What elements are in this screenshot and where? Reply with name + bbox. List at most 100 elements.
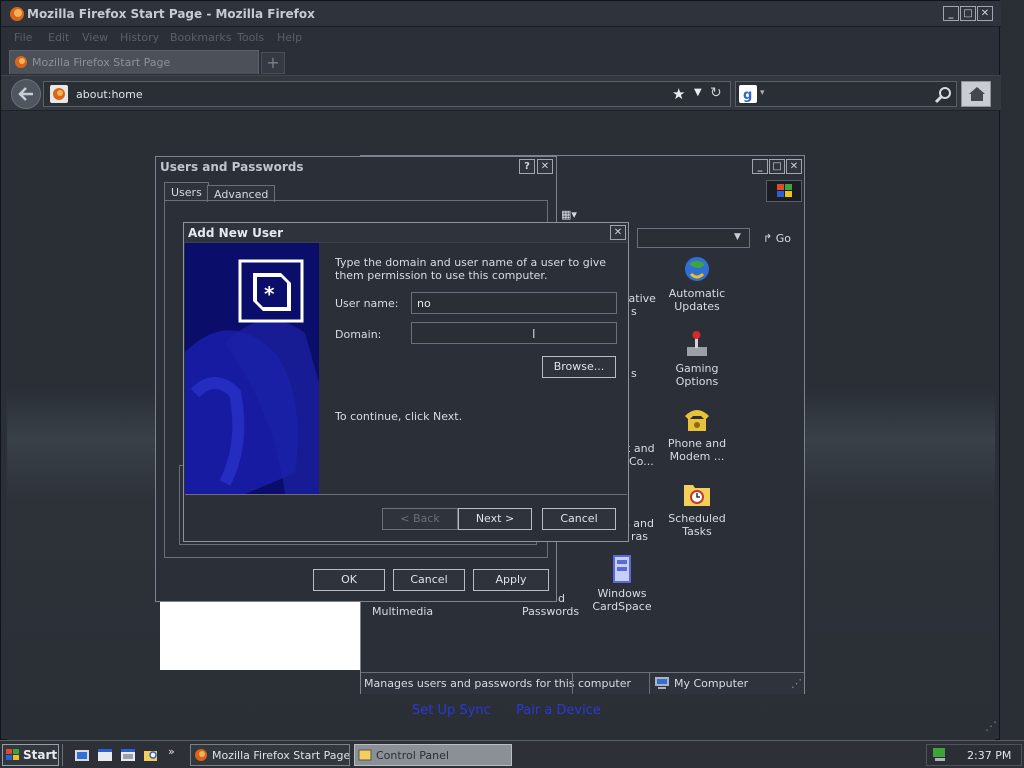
- site-identity-icon[interactable]: [50, 85, 68, 103]
- cp-item-multimedia[interactable]: Multimedia: [372, 605, 433, 618]
- search-folder-icon[interactable]: [143, 747, 159, 763]
- resize-grip-icon[interactable]: ⋰: [985, 719, 997, 733]
- cp-item-label: Automatic Updates: [668, 287, 726, 313]
- cp-item-label: Phone and Modem ...: [667, 437, 727, 463]
- status-divider: [572, 673, 650, 694]
- text-cursor-icon: I: [532, 327, 536, 341]
- computer-icon: [655, 677, 669, 689]
- task-control-panel[interactable]: Control Panel: [354, 744, 512, 766]
- up-apply-button[interactable]: Apply: [473, 569, 549, 591]
- clock[interactable]: 2:37 PM: [967, 749, 1011, 762]
- views-icon[interactable]: ▦▾: [561, 208, 577, 221]
- joystick-icon: [687, 331, 707, 356]
- magnifier-icon[interactable]: [934, 86, 952, 104]
- anu-separator: [185, 494, 627, 495]
- menu-file[interactable]: File: [14, 31, 32, 44]
- tab-label: Mozilla Firefox Start Page: [32, 56, 171, 69]
- task-label: Mozilla Firefox Start Page...: [212, 749, 350, 762]
- menu-bar: File Edit View History Bookmarks Tools H…: [1, 28, 1001, 46]
- phone-icon: [685, 410, 709, 431]
- menu-history[interactable]: History: [120, 31, 159, 44]
- pair-device-link[interactable]: Pair a Device: [516, 703, 601, 718]
- new-tab-button[interactable]: +: [261, 52, 285, 74]
- cp-close-button[interactable]: ✕: [786, 159, 802, 174]
- chevron-down-icon: ▼: [734, 232, 741, 242]
- back-arrow-icon: [18, 87, 33, 101]
- cp-item-windows-cardspace[interactable]: Windows CardSpace: [590, 554, 654, 613]
- navigation-bar: about:home ★ ▼ ↻ g ▾: [1, 75, 1001, 111]
- anu-titlebar[interactable]: Add New User ✕: [184, 223, 628, 243]
- start-page-links: Set Up Sync Pair a Device: [1, 703, 1001, 723]
- task-label: Control Panel: [376, 749, 449, 762]
- firefox-titlebar[interactable]: Mozilla Firefox Start Page - Mozilla Fir…: [1, 1, 1001, 27]
- cp-item-label: Gaming Options: [675, 362, 719, 388]
- wizard-banner: *: [185, 243, 319, 494]
- svg-text:*: *: [264, 282, 275, 306]
- wizard-key-icon: *: [185, 259, 319, 494]
- cp-partial-label: Co...: [629, 455, 654, 468]
- up-ok-button[interactable]: OK: [313, 569, 385, 591]
- cp-partial-label: s: [631, 305, 637, 318]
- cp-item-user-accounts[interactable]: Passwords: [522, 605, 579, 618]
- cp-item-scheduled-tasks[interactable]: Scheduled Tasks: [665, 479, 729, 538]
- menu-help[interactable]: Help: [277, 31, 302, 44]
- explorer-icon[interactable]: [97, 747, 113, 763]
- window-icon[interactable]: [120, 747, 136, 763]
- anu-cancel-button[interactable]: Cancel: [542, 508, 616, 530]
- set-up-sync-link[interactable]: Set Up Sync: [412, 703, 491, 718]
- home-button[interactable]: [961, 81, 991, 107]
- cp-address-dropdown[interactable]: ▼: [637, 228, 750, 248]
- up-help-button[interactable]: ?: [519, 159, 535, 174]
- next-wizard-button[interactable]: Next >: [458, 508, 532, 530]
- menu-view[interactable]: View: [82, 31, 108, 44]
- up-dialog-title: Users and Passwords: [160, 160, 304, 174]
- firefox-window-title: Mozilla Firefox Start Page - Mozilla Fir…: [27, 7, 315, 21]
- tab-start-page[interactable]: Mozilla Firefox Start Page: [9, 50, 259, 74]
- cp-item-gaming-options[interactable]: Gaming Options: [665, 329, 729, 388]
- cp-item-phone-modem[interactable]: Phone and Modem ...: [665, 404, 729, 463]
- cp-go-button[interactable]: ↱ Go: [763, 232, 791, 245]
- home-icon: [969, 87, 985, 101]
- network-tray-icon[interactable]: [931, 747, 949, 763]
- minimize-button[interactable]: _: [943, 6, 959, 21]
- menu-tools[interactable]: Tools: [237, 31, 264, 44]
- cp-item-label: Scheduled Tasks: [668, 512, 726, 538]
- menu-bookmarks[interactable]: Bookmarks: [170, 31, 231, 44]
- anu-instructions: Type the domain and user name of a user …: [335, 256, 607, 282]
- card-icon: [613, 555, 631, 583]
- bookmark-star-icon[interactable]: ★: [672, 85, 685, 103]
- search-box[interactable]: g ▾: [735, 81, 957, 107]
- add-new-user-dialog: Add New User ✕ * Type the domain and use…: [183, 222, 629, 542]
- up-close-button[interactable]: ✕: [537, 159, 553, 174]
- menu-edit[interactable]: Edit: [48, 31, 69, 44]
- up-cancel-button[interactable]: Cancel: [393, 569, 465, 591]
- domain-input[interactable]: [411, 322, 617, 344]
- browse-button[interactable]: Browse...: [542, 356, 616, 378]
- cp-status-bar: Manages users and passwords for this com…: [361, 672, 804, 694]
- anu-close-button[interactable]: ✕: [610, 225, 626, 240]
- cp-maximize-button[interactable]: □: [769, 159, 785, 174]
- cp-item-automatic-updates[interactable]: Automatic Updates: [665, 254, 729, 313]
- reload-icon[interactable]: ↻: [710, 85, 722, 101]
- show-desktop-icon[interactable]: [74, 747, 90, 763]
- search-engine-dropdown-icon[interactable]: ▾: [760, 88, 765, 98]
- back-button[interactable]: [11, 79, 41, 109]
- close-button[interactable]: ✕: [977, 6, 993, 21]
- url-bar[interactable]: about:home ★ ▼ ↻: [43, 81, 731, 107]
- cp-minimize-button[interactable]: _: [752, 159, 768, 174]
- task-firefox[interactable]: Mozilla Firefox Start Page...: [190, 744, 350, 766]
- maximize-button[interactable]: □: [960, 6, 976, 21]
- cp-item-label: Windows CardSpace: [592, 587, 652, 613]
- google-icon[interactable]: g: [739, 85, 757, 103]
- tab-users[interactable]: Users: [164, 182, 209, 202]
- cp-resize-grip-icon[interactable]: ⋰: [791, 677, 802, 690]
- cp-partial-label: s: [631, 367, 637, 380]
- history-dropdown-icon[interactable]: ▼: [694, 87, 702, 98]
- start-label: Start: [23, 748, 58, 762]
- firefox-logo-icon: [10, 7, 24, 21]
- start-button[interactable]: Start: [2, 744, 59, 766]
- user-name-input[interactable]: [411, 292, 617, 314]
- quicklaunch-overflow-icon[interactable]: »: [168, 745, 175, 758]
- back-wizard-button[interactable]: < Back: [382, 508, 458, 530]
- windows-flag-icon: [6, 749, 19, 760]
